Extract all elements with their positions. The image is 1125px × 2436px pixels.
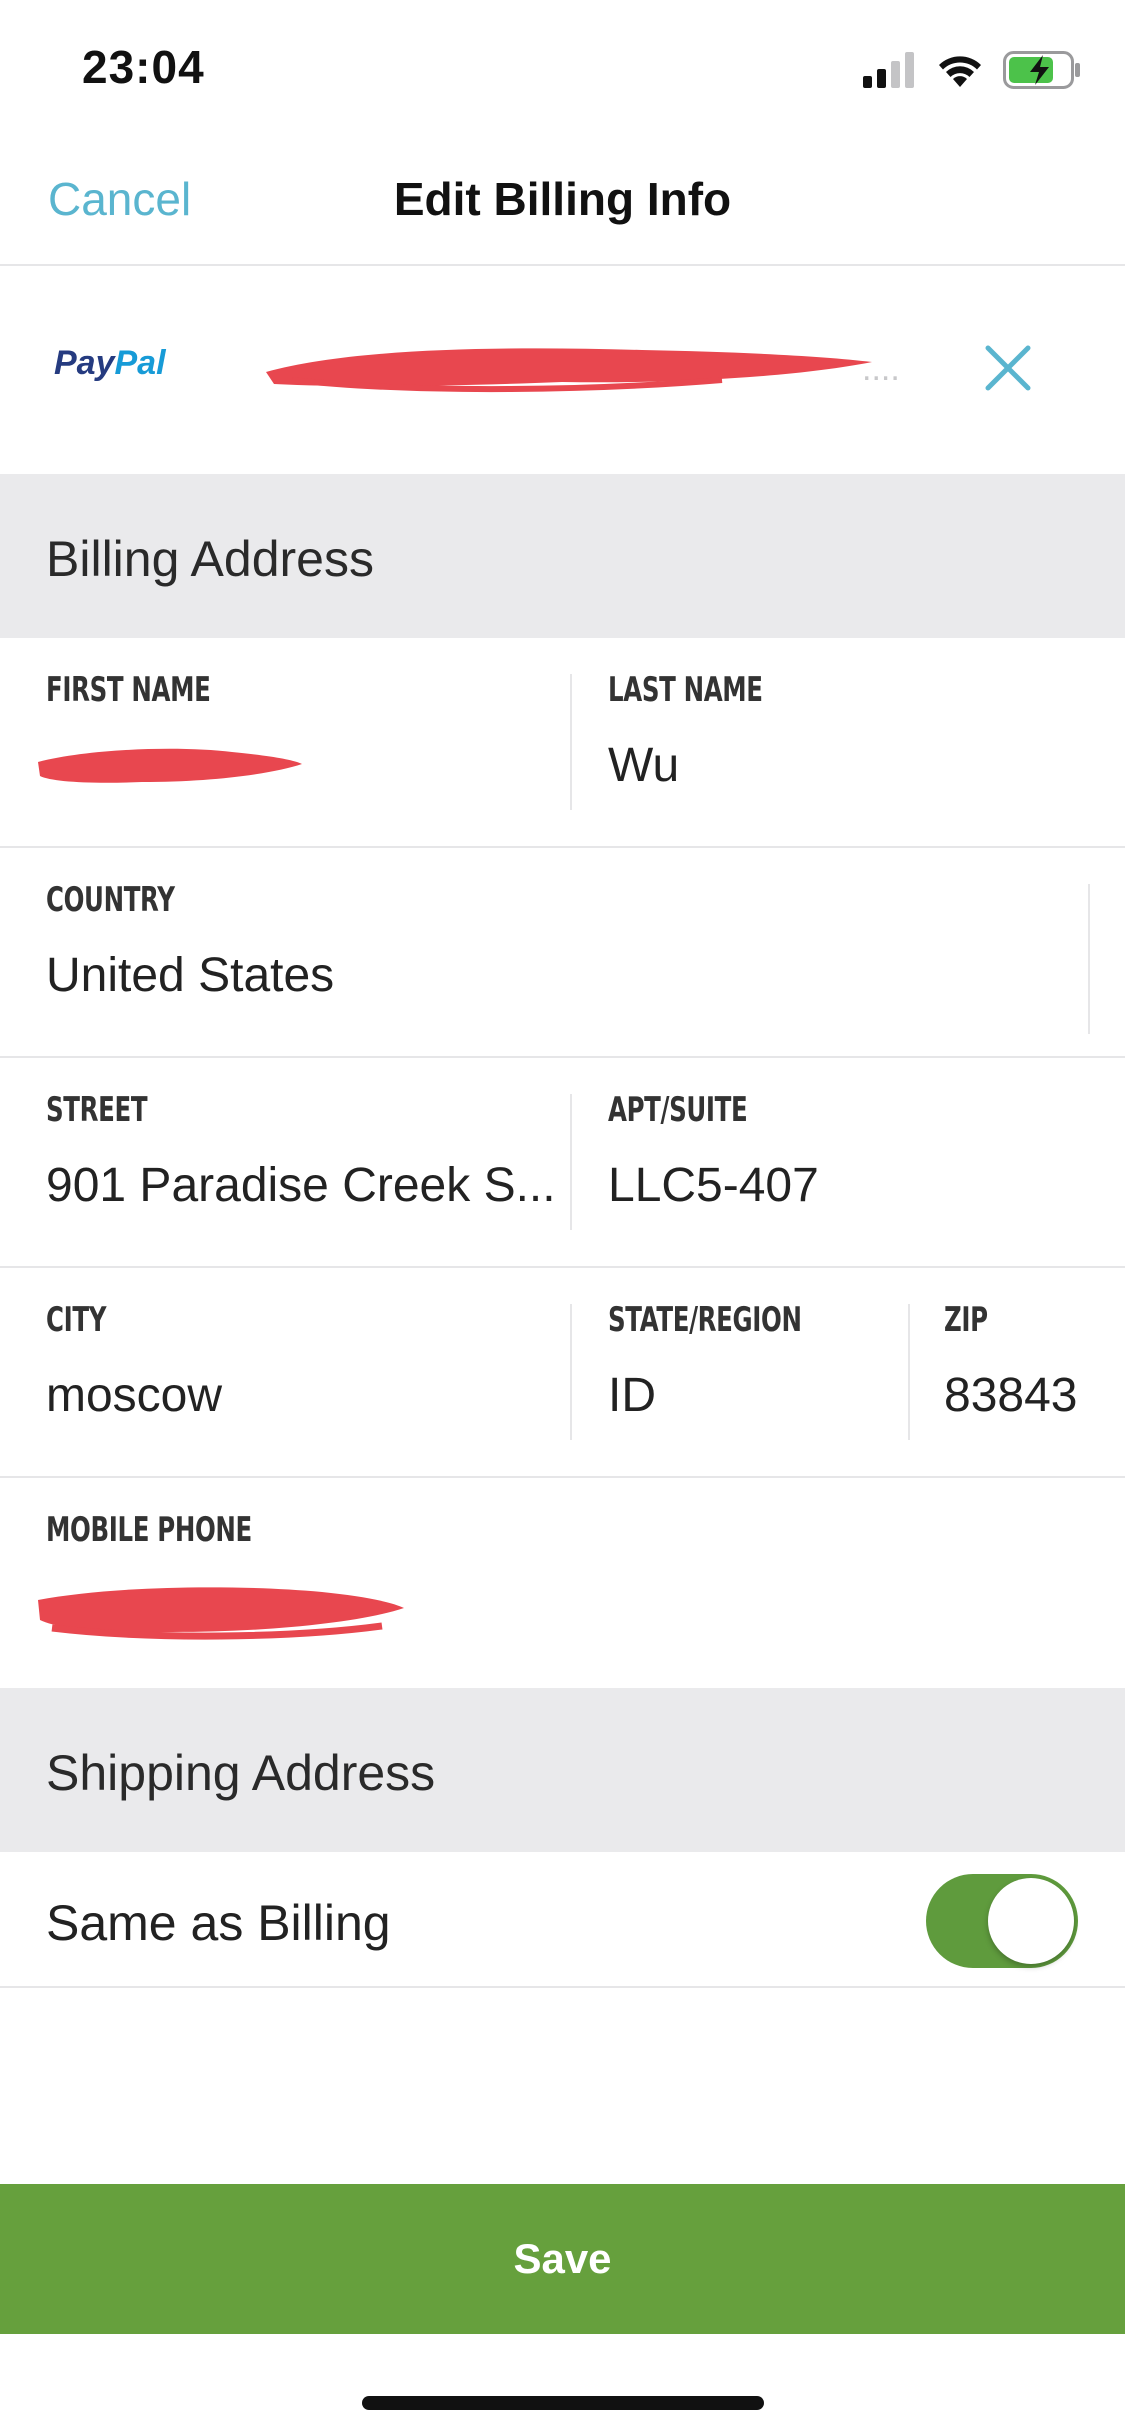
wifi-icon: [939, 56, 981, 87]
country-label: COUNTRY: [46, 880, 175, 920]
zip-field[interactable]: ZIP 83843: [944, 1268, 1114, 1476]
paypal-logo-part2: Pal: [114, 344, 166, 382]
apt-suite-value: LLC5-407: [608, 1159, 819, 1212]
state-region-value: ID: [608, 1369, 656, 1422]
city-row: CITY moscow STATE/REGION ID ZIP 83843: [0, 1268, 1125, 1478]
same-as-billing-toggle[interactable]: [926, 1874, 1078, 1968]
first-name-field[interactable]: FIRST NAME: [38, 638, 566, 846]
street-field[interactable]: STREET 901 Paradise Creek S...: [46, 1058, 566, 1266]
zip-label: ZIP: [944, 1300, 988, 1340]
apt-suite-label: APT/SUITE: [608, 1090, 748, 1130]
paypal-logo: PayPal: [54, 344, 166, 383]
same-as-billing-row: Same as Billing: [0, 1852, 1125, 1988]
country-row: COUNTRY United States: [0, 848, 1125, 1058]
name-row: FIRST NAME LAST NAME Wu: [0, 638, 1125, 848]
signal-icon: [863, 52, 914, 88]
battery-charging-icon: [1003, 51, 1080, 89]
street-label: STREET: [46, 1090, 148, 1130]
phone-row: MOBILE PHONE: [0, 1478, 1125, 1688]
state-region-label: STATE/REGION: [608, 1300, 802, 1340]
home-indicator[interactable]: [362, 2396, 764, 2410]
city-divider: [570, 1304, 572, 1440]
street-value: 901 Paradise Creek S...: [46, 1159, 556, 1212]
state-divider: [908, 1304, 910, 1440]
last-name-value: Wu: [608, 739, 680, 792]
close-icon[interactable]: [978, 338, 1038, 398]
zip-value: 83843: [944, 1369, 1078, 1422]
paypal-logo-part1: Pay: [54, 344, 115, 382]
billing-address-title: Billing Address: [46, 531, 374, 587]
mobile-phone-redacted: [38, 1587, 404, 1640]
mobile-phone-field[interactable]: MOBILE PHONE: [38, 1478, 1046, 1686]
name-divider: [570, 674, 572, 810]
apt-suite-field[interactable]: APT/SUITE LLC5-407: [608, 1058, 1088, 1266]
shipping-address-title: Shipping Address: [46, 1745, 436, 1801]
status-icons: [863, 48, 1081, 92]
city-label: CITY: [46, 1300, 107, 1340]
save-button[interactable]: Save: [0, 2184, 1125, 2334]
country-divider: [1088, 884, 1090, 1034]
same-as-billing-label: Same as Billing: [46, 1895, 391, 1951]
street-divider: [570, 1094, 572, 1230]
shipping-address-header: Shipping Address: [0, 1688, 1125, 1852]
payment-method-row: PayPal ·································…: [0, 266, 1125, 474]
country-value: United States: [46, 949, 335, 1002]
nav-bar: Edit Billing Info Cancel: [0, 132, 1125, 266]
country-field[interactable]: COUNTRY United States: [46, 848, 1046, 1056]
last-name-label: LAST NAME: [608, 670, 763, 710]
payment-account-redacted: ········································…: [266, 346, 900, 393]
city-value: moscow: [46, 1369, 223, 1422]
status-bar: 23:04: [0, 0, 1125, 132]
cancel-button[interactable]: Cancel: [48, 172, 191, 226]
status-time: 23:04: [82, 41, 205, 93]
billing-address-header: Billing Address: [0, 474, 1125, 638]
first-name-redacted: [38, 748, 302, 783]
svg-text:....: ....: [862, 350, 900, 388]
street-row: STREET 901 Paradise Creek S... APT/SUITE…: [0, 1058, 1125, 1268]
mobile-phone-label: MOBILE PHONE: [46, 1510, 252, 1550]
toggle-knob: [988, 1878, 1074, 1964]
city-field[interactable]: CITY moscow: [46, 1268, 566, 1476]
first-name-label: FIRST NAME: [46, 670, 211, 710]
last-name-field[interactable]: LAST NAME Wu: [608, 638, 1088, 846]
state-region-field[interactable]: STATE/REGION ID: [608, 1268, 908, 1476]
